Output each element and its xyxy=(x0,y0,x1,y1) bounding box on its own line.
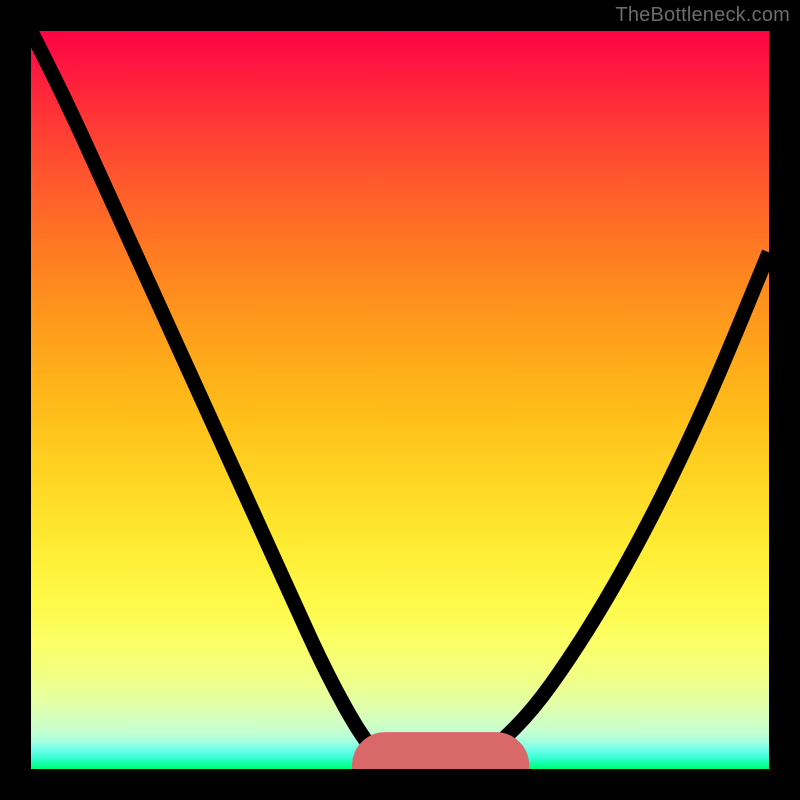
bottleneck-curve xyxy=(31,31,769,769)
watermark-text: TheBottleneck.com xyxy=(615,4,790,27)
curve-svg xyxy=(31,31,769,769)
chart-frame: TheBottleneck.com xyxy=(0,0,800,800)
plot-area xyxy=(31,31,769,769)
